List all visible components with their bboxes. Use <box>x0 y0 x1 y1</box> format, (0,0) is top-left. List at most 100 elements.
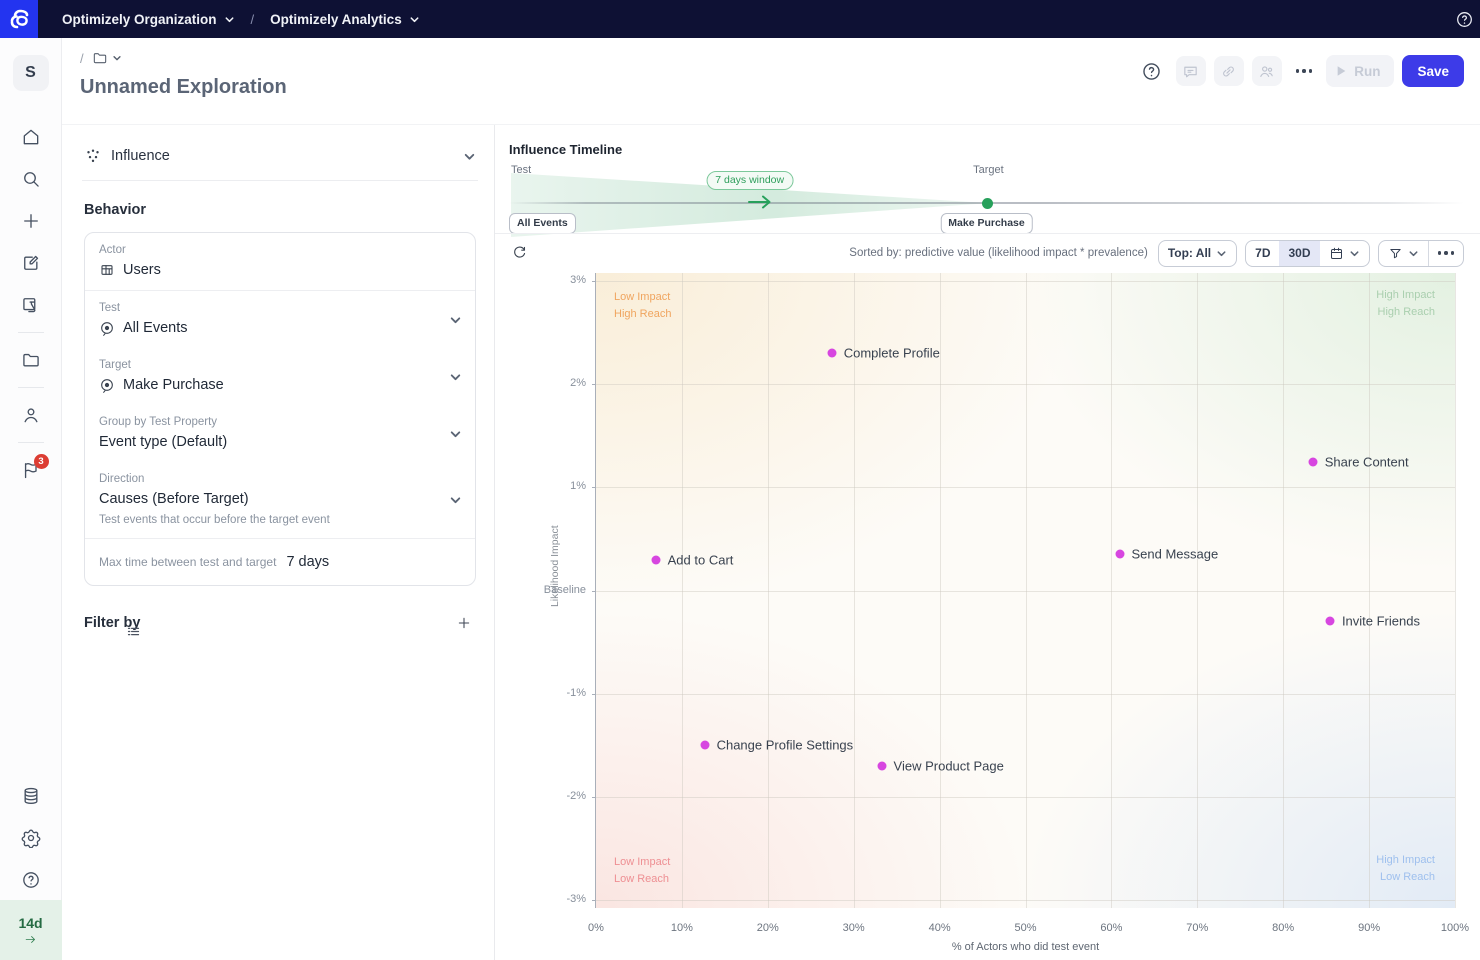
share-link-button[interactable] <box>1214 56 1244 86</box>
page-header: / Unnamed Exploration <box>62 38 1480 125</box>
exploration-type-label: Influence <box>111 148 170 164</box>
sidebar-item-notifications[interactable]: 3 <box>11 450 51 490</box>
viz-divider <box>495 233 1480 234</box>
sidebar-item-help[interactable] <box>11 860 51 900</box>
sidebar-item-experiments[interactable] <box>11 285 51 325</box>
target-label: Target <box>99 359 461 371</box>
y-tick-label: -2% <box>538 790 586 802</box>
timeline-start-pill[interactable]: All Events <box>509 213 576 234</box>
trial-countdown[interactable]: 14d <box>0 900 62 960</box>
calendar-dropdown[interactable] <box>1320 241 1369 266</box>
plus-icon <box>456 615 472 631</box>
database-icon <box>21 786 41 806</box>
direction-value: Causes (Before Target) <box>99 491 249 507</box>
target-field[interactable]: Target Make Purchase <box>85 348 475 405</box>
flask-icon <box>21 295 41 315</box>
v-gridline <box>1369 273 1370 908</box>
sidebar-item-data[interactable] <box>11 776 51 816</box>
main-content: / Unnamed Exploration <box>62 38 1480 960</box>
quadrant-label-high-impact-high-reach: High ImpactHigh Reach <box>1376 287 1435 321</box>
workspace-avatar[interactable]: S <box>13 55 49 91</box>
sidebar-item-home[interactable] <box>11 117 51 157</box>
left-rail: S 3 14d <box>0 38 62 960</box>
point-label: Add to Cart <box>668 552 734 567</box>
panel-drag-handle[interactable] <box>126 624 141 639</box>
data-point-send-message[interactable]: Send Message <box>1115 547 1218 562</box>
exploration-type-dropdown[interactable]: Influence <box>84 137 476 175</box>
navbar-help-button[interactable] <box>1455 10 1474 29</box>
chevron-down-icon <box>449 494 462 507</box>
point-dot <box>878 761 887 770</box>
exploration-help-button[interactable] <box>1141 61 1162 82</box>
v-gridline <box>1197 273 1198 908</box>
save-button[interactable]: Save <box>1402 55 1464 87</box>
run-button[interactable]: Run <box>1326 55 1394 87</box>
x-tick-label: 0% <box>588 922 604 934</box>
target-value: Make Purchase <box>123 377 224 393</box>
sidebar-item-account[interactable] <box>11 395 51 435</box>
data-point-view-product-page[interactable]: View Product Page <box>878 758 1004 773</box>
arrow-right-icon <box>746 192 774 212</box>
sidebar-item-settings[interactable] <box>11 818 51 858</box>
actor-field[interactable]: Actor Users <box>85 233 475 290</box>
breadcrumb-folder-dropdown[interactable] <box>92 50 122 66</box>
v-gridline <box>1455 273 1456 908</box>
config-panel: Influence Behavior Actor Users <box>62 125 495 960</box>
collaborators-button[interactable] <box>1252 56 1282 86</box>
chevron-down-icon <box>112 53 122 63</box>
chevron-down-icon <box>449 370 462 383</box>
data-point-add-to-cart[interactable]: Add to Cart <box>652 552 734 567</box>
scatter-plot-area[interactable]: Likelihood Impact % of Actors who did te… <box>595 273 1455 908</box>
optimizely-logo[interactable] <box>0 0 38 38</box>
max-time-field[interactable]: Max time between test and target 7 days <box>85 538 475 585</box>
run-label: Run <box>1354 64 1380 79</box>
sidebar-item-search[interactable] <box>11 159 51 199</box>
max-time-label: Max time between test and target <box>99 555 276 569</box>
behavior-card: Actor Users Test <box>84 232 476 586</box>
y-tick-mark <box>592 384 596 385</box>
chevron-down-icon <box>1216 248 1227 259</box>
x-tick-label: 70% <box>1186 922 1208 934</box>
v-gridline <box>768 273 769 908</box>
range-30d-button[interactable]: 30D <box>1279 241 1319 266</box>
influence-chart: Likelihood Impact % of Actors who did te… <box>495 267 1480 960</box>
calendar-icon <box>1329 246 1344 261</box>
data-point-invite-friends[interactable]: Invite Friends <box>1326 614 1420 629</box>
top-dropdown[interactable]: Top: All <box>1158 240 1237 267</box>
test-field[interactable]: Test All Events <box>85 290 475 348</box>
list-handle-icon <box>126 624 141 639</box>
timeline-end-pill[interactable]: Make Purchase <box>940 213 1032 234</box>
refresh-button[interactable] <box>509 243 530 264</box>
sidebar-item-explorations[interactable] <box>11 243 51 283</box>
top-dropdown-value: Top: All <box>1168 246 1211 260</box>
v-gridline <box>1111 273 1112 908</box>
org-switcher[interactable]: Optimizely Organization <box>52 12 245 27</box>
x-tick-label: 100% <box>1441 922 1469 934</box>
data-point-complete-profile[interactable]: Complete Profile <box>828 346 940 361</box>
timeline-window-pill[interactable]: 7 days window <box>706 171 793 190</box>
direction-field[interactable]: Direction Causes (Before Target) Test ev… <box>85 462 475 538</box>
group-by-field[interactable]: Group by Test Property Event type (Defau… <box>85 405 475 462</box>
y-tick-label: 2% <box>538 377 586 389</box>
add-filter-button[interactable] <box>452 611 476 635</box>
x-tick-label: 80% <box>1272 922 1294 934</box>
help-icon <box>1141 61 1162 82</box>
actor-value: Users <box>123 262 161 278</box>
sidebar-item-folders[interactable] <box>11 340 51 380</box>
comments-button[interactable] <box>1176 56 1206 86</box>
data-point-change-profile-settings[interactable]: Change Profile Settings <box>701 738 854 753</box>
more-actions-button[interactable] <box>1290 63 1319 79</box>
data-point-share-content[interactable]: Share Content <box>1309 454 1409 469</box>
play-icon <box>1336 65 1347 77</box>
quadrant-label-line: Low Impact <box>614 289 671 306</box>
sidebar-item-create[interactable] <box>11 201 51 241</box>
app-switcher[interactable]: Optimizely Analytics <box>260 12 430 27</box>
quadrant-label-line: Low Impact <box>614 854 670 871</box>
optimizely-logo-icon <box>7 7 31 31</box>
chart-filter-dropdown[interactable] <box>1379 241 1428 266</box>
x-axis-title: % of Actors who did test event <box>596 941 1455 953</box>
top-navbar: Optimizely Organization / Optimizely Ana… <box>0 0 1480 38</box>
range-7d-button[interactable]: 7D <box>1246 241 1279 266</box>
chart-more-button[interactable] <box>1429 241 1464 266</box>
trial-days-left: 14d <box>18 915 42 931</box>
